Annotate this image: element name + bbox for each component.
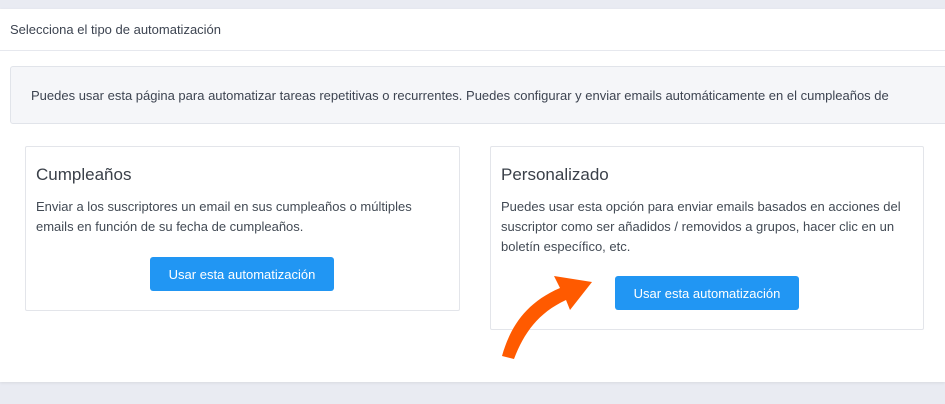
page-title: Selecciona el tipo de automatización (10, 22, 222, 37)
use-birthday-automation-button[interactable]: Usar esta automatización (150, 257, 334, 291)
birthday-card-title: Cumpleaños (36, 165, 132, 184)
panel-header: Selecciona el tipo de automatización (0, 9, 945, 51)
custom-card-title: Personalizado (501, 165, 609, 184)
info-text: Puedes usar esta página para automatizar… (31, 87, 889, 103)
custom-card-description: Puedes usar esta opción para enviar emai… (501, 199, 901, 254)
birthday-card: Cumpleaños Enviar a los suscriptores un … (25, 146, 460, 311)
info-box: Puedes usar esta página para automatizar… (10, 66, 945, 124)
use-custom-automation-button[interactable]: Usar esta automatización (615, 276, 799, 310)
automation-panel: Selecciona el tipo de automatización Pue… (0, 9, 945, 382)
birthday-card-description: Enviar a los suscriptores un email en su… (36, 199, 412, 234)
orange-arrow-icon (502, 276, 592, 359)
